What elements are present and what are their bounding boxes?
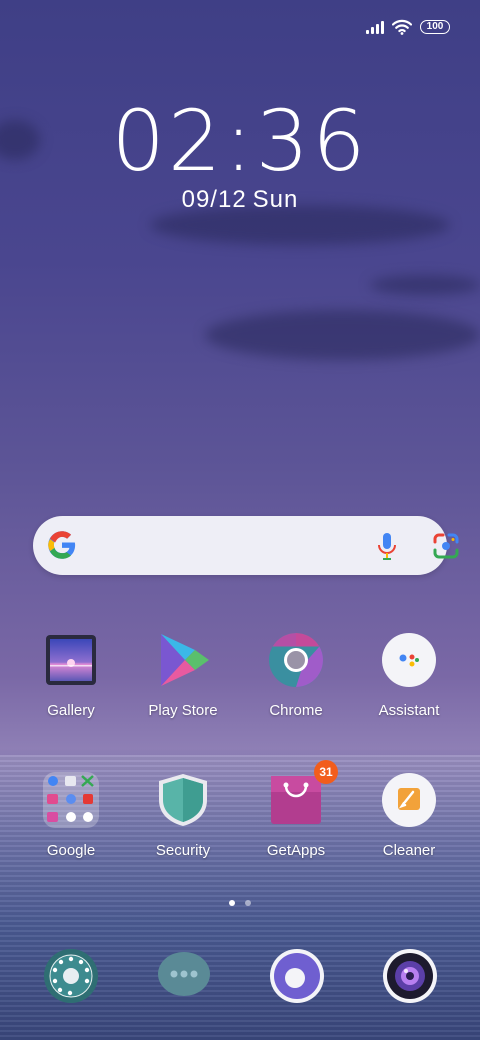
- app-label: Chrome: [269, 702, 323, 719]
- app-label: Security: [155, 842, 211, 859]
- app-label: GetApps: [266, 842, 326, 859]
- app-getapps[interactable]: 31 GetApps: [241, 760, 351, 859]
- notification-badge: 31: [314, 760, 338, 784]
- google-search-bar[interactable]: [33, 516, 459, 575]
- day-text: Sun: [252, 186, 299, 213]
- app-security[interactable]: Security: [128, 772, 238, 859]
- wifi-icon: [392, 19, 412, 35]
- google-logo: [48, 531, 76, 559]
- mic-icon[interactable]: [373, 531, 401, 561]
- wallpaper-cloud: [370, 275, 480, 295]
- getapps-icon: 31: [268, 760, 338, 828]
- wallpaper-cloud: [205, 310, 480, 360]
- browser-icon: [270, 949, 324, 1003]
- google-folder-icon: [43, 772, 99, 828]
- cleaner-icon: [381, 772, 437, 828]
- dock-messages[interactable]: [156, 948, 212, 1004]
- app-play-store[interactable]: Play Store: [128, 632, 238, 719]
- assistant-icon: [381, 632, 437, 688]
- app-label: Play Store: [148, 702, 218, 719]
- battery-indicator: 100: [420, 20, 450, 34]
- camera-icon: [383, 949, 437, 1003]
- signal-icon: [366, 20, 384, 34]
- phone-dialer-icon: [44, 949, 98, 1003]
- dock-phone[interactable]: [43, 948, 99, 1004]
- date-text: 09/12: [181, 186, 247, 213]
- messages-icon: [158, 952, 210, 996]
- dock-camera[interactable]: [382, 948, 438, 1004]
- status-bar: 100: [366, 16, 450, 38]
- play-store-icon: [155, 632, 211, 688]
- lens-icon[interactable]: [432, 532, 460, 560]
- app-label: Google: [46, 842, 96, 859]
- app-label: Gallery: [47, 702, 95, 719]
- dock-browser[interactable]: [269, 948, 325, 1004]
- app-chrome[interactable]: Chrome: [241, 632, 351, 719]
- security-icon: [155, 772, 211, 828]
- app-cleaner[interactable]: Cleaner: [354, 772, 464, 859]
- gallery-icon: [43, 632, 99, 688]
- clock-time[interactable]: 02:36: [0, 92, 480, 190]
- chrome-icon: [268, 632, 324, 688]
- app-label: Cleaner: [382, 842, 436, 859]
- page-dot: [245, 900, 251, 906]
- app-google-folder[interactable]: Google: [16, 772, 126, 859]
- page-indicator: [0, 900, 480, 906]
- app-gallery[interactable]: Gallery: [16, 632, 126, 719]
- app-assistant[interactable]: Assistant: [354, 632, 464, 719]
- clock-date[interactable]: 09/12 Sun: [0, 186, 480, 214]
- app-label: Assistant: [378, 702, 440, 719]
- page-dot-active: [229, 900, 235, 906]
